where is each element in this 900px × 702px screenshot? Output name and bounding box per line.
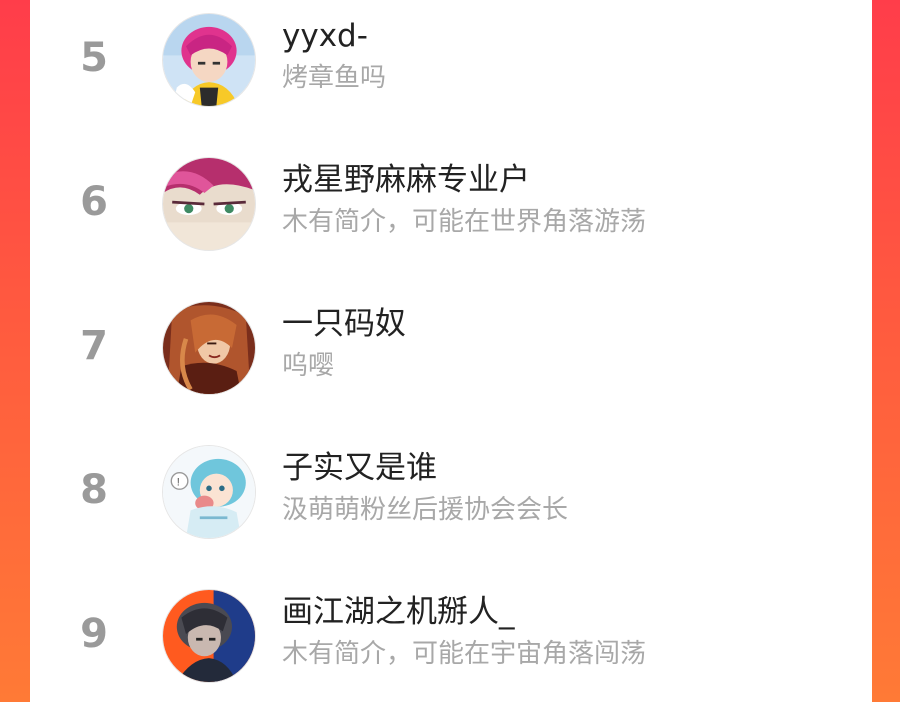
rank-number: 8 (80, 467, 108, 513)
avatar-image (163, 14, 255, 106)
user-bio: 木有简介，可能在世界角落游荡 (282, 207, 647, 237)
avatar-image (163, 590, 255, 682)
user-bio: 木有简介，可能在宇宙角落闯荡 (282, 639, 647, 669)
user-bio: 呜嘤 (282, 351, 335, 381)
user-name[interactable]: 戎星野麻麻专业户 (282, 160, 530, 200)
avatar-image: ! (163, 446, 255, 538)
dark-hair-character-avatar[interactable] (162, 589, 256, 683)
list-item[interactable]: 6 戎星野麻麻专业户 木有简介，可能在世界角落游荡 (30, 148, 872, 268)
list-item[interactable]: 5 yyxd- 烤章鱼吗 (30, 4, 872, 124)
svg-text:!: ! (177, 477, 180, 489)
user-bio: 汲萌萌粉丝后援协会会长 (282, 495, 569, 525)
user-bio: 烤章鱼吗 (282, 63, 387, 93)
user-name[interactable]: 画江湖之机掰人_ (282, 592, 515, 632)
rank-number: 7 (80, 323, 108, 369)
ranking-list: 5 yyxd- 烤章鱼吗 6 戎星野麻麻专业户 木有简介，可能在世界角落游荡 7… (30, 0, 872, 702)
list-item[interactable]: 9 画江湖之机掰人_ 木有简介，可能在宇宙角落闯荡 (30, 580, 872, 700)
red-hair-eyes-avatar[interactable] (162, 157, 256, 251)
user-name[interactable]: 子实又是谁 (282, 448, 437, 488)
avatar-image (163, 302, 255, 394)
pink-hair-character-avatar[interactable] (162, 13, 256, 107)
list-item[interactable]: 8 ! 子实又是谁 汲萌萌粉丝后援协会会长 (30, 436, 872, 556)
rank-number: 5 (80, 35, 108, 81)
long-hair-character-avatar[interactable] (162, 301, 256, 395)
rank-number: 6 (80, 179, 108, 225)
user-name[interactable]: 一只码奴 (282, 304, 406, 344)
list-item[interactable]: 7 一只码奴 呜嘤 (30, 292, 872, 412)
user-name[interactable]: yyxd- (282, 16, 368, 56)
ranking-page: 5 yyxd- 烤章鱼吗 6 戎星野麻麻专业户 木有简介，可能在世界角落游荡 7… (0, 0, 900, 702)
avatar-image (163, 158, 255, 250)
blue-hair-chibi-avatar[interactable]: ! (162, 445, 256, 539)
rank-number: 9 (80, 611, 108, 657)
